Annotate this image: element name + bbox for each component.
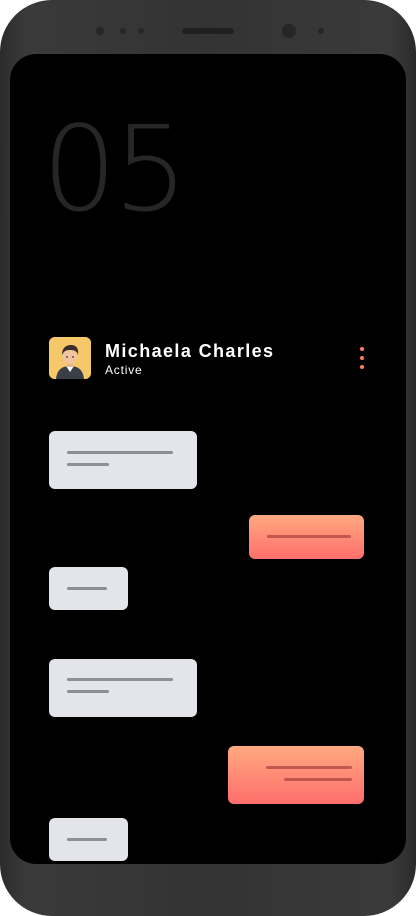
menu-dot <box>360 356 364 360</box>
phone-top-bezel <box>0 0 416 60</box>
contact-status: Active <box>105 363 143 377</box>
contact-name: Michaela Charles <box>105 341 275 361</box>
message-text-line <box>67 587 107 590</box>
message-text-line <box>266 766 352 769</box>
chat-header: Michaela Charles Active <box>49 337 389 381</box>
message-text-line <box>67 451 173 454</box>
message-text-line <box>67 678 173 681</box>
phone-screen: 05 Michaela Charles Active <box>10 54 406 864</box>
message-text-line <box>267 535 351 538</box>
menu-dot <box>360 347 364 351</box>
message-text-line <box>67 463 109 466</box>
incoming-message-bubble[interactable] <box>49 567 128 610</box>
menu-dot <box>360 365 364 369</box>
sensor-icon <box>138 28 144 34</box>
message-text-line <box>67 838 107 841</box>
page-number: 05 <box>42 100 188 238</box>
phone-bottom-bezel <box>0 864 416 916</box>
front-camera-icon <box>96 27 104 35</box>
earpiece-speaker <box>182 28 234 34</box>
more-vertical-icon[interactable] <box>357 347 367 369</box>
sensor-icon <box>120 28 126 34</box>
message-text-line <box>284 778 352 781</box>
outgoing-message-bubble[interactable] <box>228 746 364 804</box>
sensor-icon <box>318 28 324 34</box>
person-avatar-icon[interactable] <box>49 337 91 379</box>
incoming-message-bubble[interactable] <box>49 659 197 717</box>
outgoing-message-bubble[interactable] <box>249 515 364 559</box>
incoming-message-bubble[interactable] <box>49 818 128 861</box>
phone-frame: 05 Michaela Charles Active <box>0 0 416 916</box>
incoming-message-bubble[interactable] <box>49 431 197 489</box>
message-text-line <box>67 690 109 693</box>
iris-scanner-icon <box>282 24 296 38</box>
side-button <box>0 150 2 210</box>
